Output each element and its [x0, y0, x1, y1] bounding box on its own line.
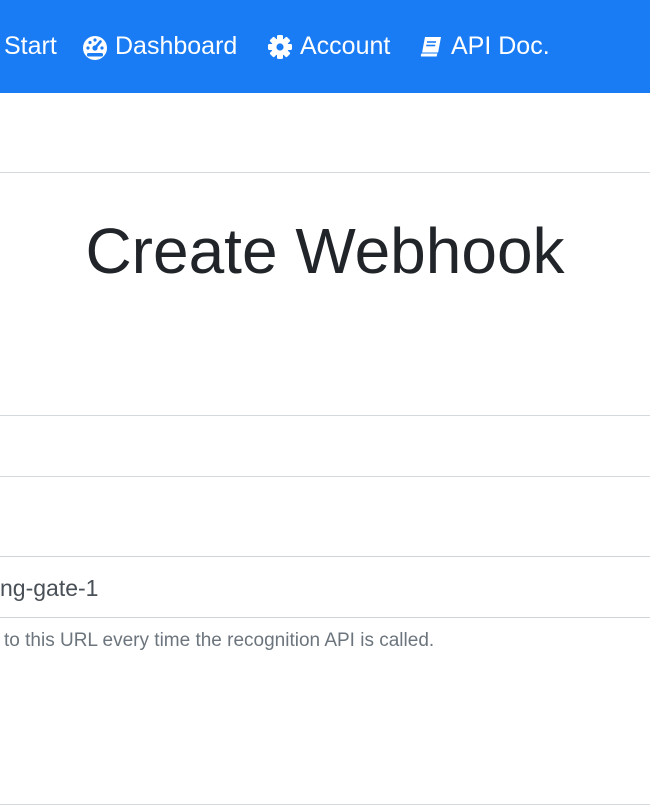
nav-api-doc-link[interactable]: API Doc.: [418, 0, 550, 93]
tachometer-icon: [82, 34, 108, 60]
nav-account-label: Account: [300, 32, 391, 60]
webhook-url-value: ng-gate-1: [0, 575, 99, 601]
top-navbar: Start Dashboard Account API Doc.: [0, 0, 650, 93]
divider-2: [0, 476, 650, 477]
nav-account-link[interactable]: Account: [267, 0, 390, 93]
nav-dashboard-label: Dashboard: [115, 32, 238, 60]
divider-top: [0, 172, 650, 173]
webhook-url-help-text: to this URL every time the recognition A…: [4, 630, 435, 651]
divider-bottom: [0, 804, 650, 805]
nav-start-link[interactable]: Start: [4, 0, 57, 93]
nav-dashboard-link[interactable]: Dashboard: [82, 0, 237, 93]
webhook-url-field[interactable]: ng-gate-1: [0, 556, 650, 618]
page-title: Create Webhook: [85, 215, 565, 287]
book-icon: [418, 34, 444, 60]
nav-api-doc-label: API Doc.: [451, 32, 550, 60]
divider-1: [0, 415, 650, 416]
gear-icon: [267, 34, 293, 60]
nav-start-label: Start: [4, 32, 57, 60]
